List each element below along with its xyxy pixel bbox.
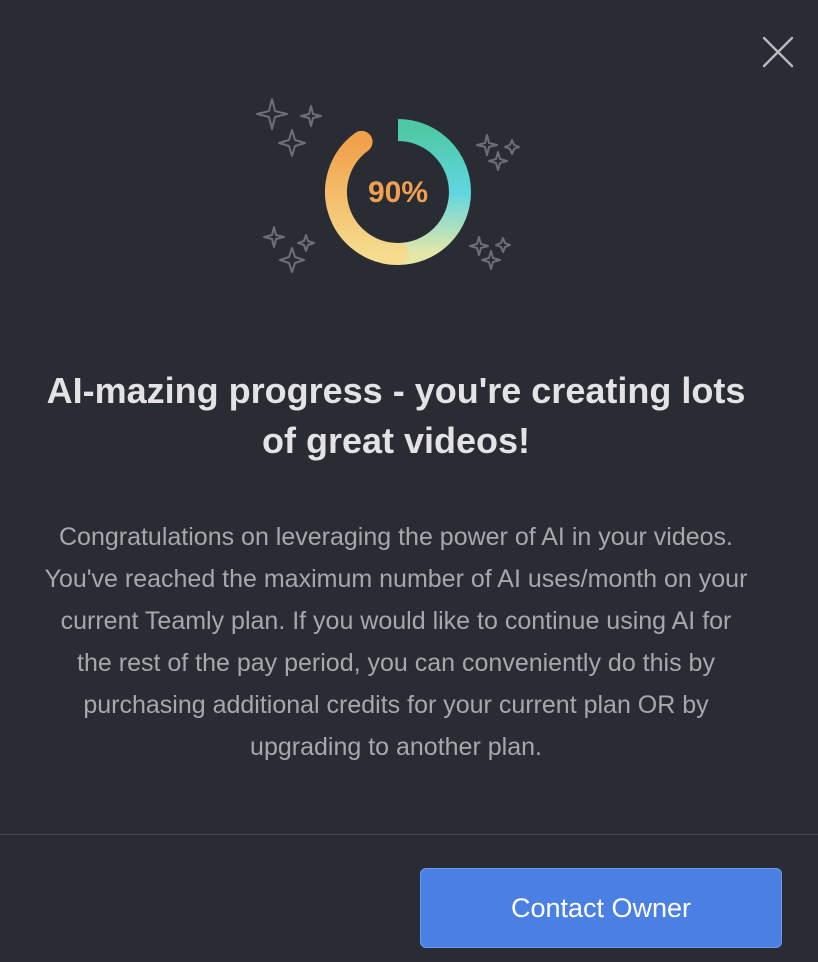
progress-ring: 90% bbox=[256, 98, 520, 273]
close-icon bbox=[762, 36, 794, 68]
sparkle-icon bbox=[476, 134, 520, 171]
dialog-message: Congratulations on leveraging the power … bbox=[44, 523, 748, 761]
upgrade-dialog: 90% AI-mazing progress - you're creating… bbox=[0, 0, 818, 962]
sparkle-icon bbox=[263, 226, 315, 273]
footer-divider bbox=[0, 834, 818, 835]
sparkle-icon bbox=[256, 98, 322, 157]
usage-illustration: 90% bbox=[250, 90, 530, 290]
contact-owner-button[interactable]: Contact Owner bbox=[420, 868, 782, 948]
sparkle-icon bbox=[469, 236, 511, 270]
close-button[interactable] bbox=[760, 34, 796, 70]
dialog-title: AI-mazing progress - you're creating lot… bbox=[46, 370, 746, 461]
progress-label: 90% bbox=[368, 176, 428, 209]
